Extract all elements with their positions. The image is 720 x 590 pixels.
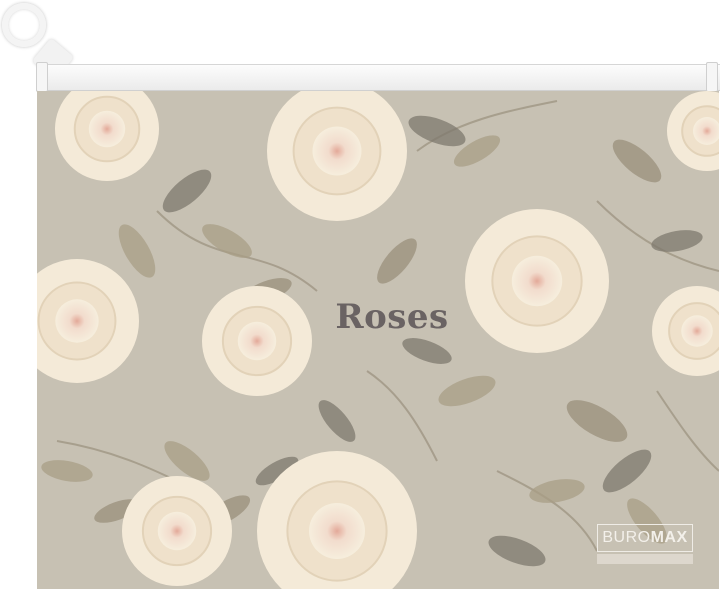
rose-center <box>157 511 197 551</box>
leaf-shape <box>377 238 417 284</box>
leaf-shape <box>602 449 652 493</box>
zipper-end-left <box>36 62 48 92</box>
rose-center <box>309 503 365 559</box>
rose-flower <box>202 286 312 396</box>
leaf-shape <box>318 400 356 442</box>
zipper-strip[interactable] <box>36 64 720 91</box>
zipper-pull-ring-icon[interactable] <box>2 3 46 47</box>
rose-flower <box>667 91 719 171</box>
leaf-shape <box>438 375 496 407</box>
rose-center <box>237 321 277 361</box>
leaf-shape <box>162 169 212 213</box>
zipper-end-right <box>706 62 718 92</box>
folder-title: Roses <box>335 297 449 337</box>
leaf-shape <box>651 230 703 252</box>
rose-pattern-folder: Roses BUROMAX <box>37 91 719 589</box>
rose-flower <box>652 286 719 376</box>
rose-flower <box>55 91 159 181</box>
leaf-shape <box>529 479 585 503</box>
rose-center <box>681 315 713 347</box>
leaf-shape <box>488 535 546 567</box>
leaf-shape <box>612 139 662 183</box>
brand-part2: MAX <box>650 529 688 546</box>
rose-flower <box>267 91 407 221</box>
rose-center <box>312 126 362 176</box>
rose-flower <box>122 476 232 586</box>
leaf-shape <box>566 400 628 442</box>
brand-logo: BUROMAX <box>597 524 693 552</box>
rose-center <box>88 110 126 148</box>
rose-center <box>511 255 563 307</box>
rose-flower <box>465 209 609 353</box>
leaf-shape <box>118 224 156 278</box>
brand-tagline-strip <box>597 554 693 564</box>
buromax-logo-icon: BUROMAX <box>597 524 693 564</box>
rose-flower <box>37 259 139 383</box>
rose-pattern-icon <box>37 91 719 589</box>
leaf-shape <box>402 338 452 364</box>
leaf-shape <box>408 115 466 147</box>
brand-part1: BURO <box>602 529 651 546</box>
leaf-shape <box>41 460 93 482</box>
rose-center <box>55 299 99 343</box>
